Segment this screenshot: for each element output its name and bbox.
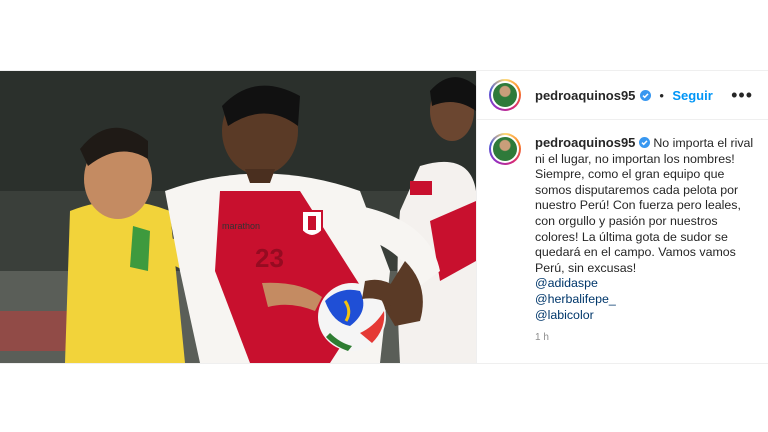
more-options-icon[interactable]: ••• — [731, 85, 753, 106]
instagram-post: marathon 23 pedroaquinos95 • Seguir ••• … — [0, 70, 768, 364]
mention-link[interactable]: @labicolor — [535, 308, 755, 324]
post-timestamp[interactable]: 1 h — [535, 332, 549, 343]
caption-text: No importa el rival ni el lugar, no impo… — [535, 136, 754, 275]
post-photo[interactable]: marathon 23 — [0, 71, 476, 363]
verified-badge-icon — [638, 137, 650, 148]
post-side-panel: pedroaquinos95 • Seguir ••• pedroaquinos… — [476, 71, 768, 363]
author-username[interactable]: pedroaquinos95 — [535, 88, 635, 103]
shirt-brand-text: marathon — [222, 221, 260, 231]
author-avatar[interactable] — [489, 79, 521, 111]
post-header: pedroaquinos95 • Seguir ••• — [477, 71, 768, 120]
separator-dot: • — [659, 88, 664, 103]
mention-link[interactable]: @adidaspe — [535, 276, 755, 292]
football-scene-illustration: marathon 23 — [0, 71, 476, 363]
mention-link[interactable]: @herbalifepe_ — [535, 292, 755, 308]
caption-avatar[interactable] — [489, 133, 521, 165]
post-caption: pedroaquinos95 No importa el rival ni el… — [535, 135, 755, 323]
verified-badge-icon — [639, 90, 651, 101]
shirt-number-text: 23 — [255, 243, 284, 273]
follow-button[interactable]: Seguir — [672, 88, 712, 103]
caption-username[interactable]: pedroaquinos95 — [535, 135, 635, 150]
